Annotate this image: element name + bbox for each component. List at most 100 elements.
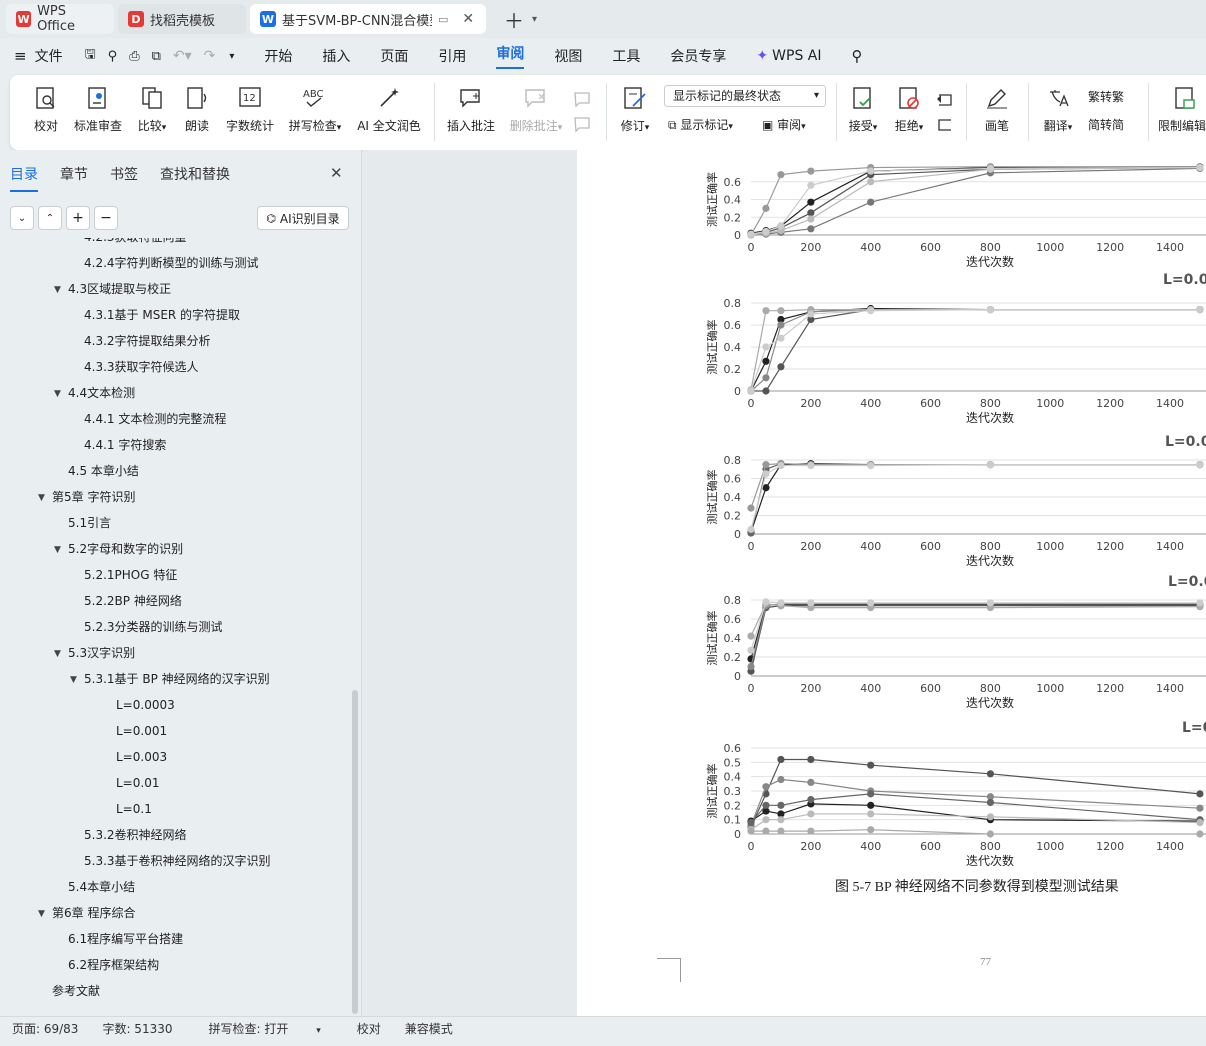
menu-tools[interactable]: 工具 xyxy=(612,46,640,66)
toc-item[interactable]: 4.4文本检测 xyxy=(68,380,135,406)
toc-item[interactable]: 第6章 程序综合 xyxy=(52,900,135,926)
tab-wps-office[interactable]: W WPS Office xyxy=(6,4,114,34)
new-tab-icon[interactable]: ＋ xyxy=(504,5,524,34)
toc-item[interactable]: 第5章 字符识别 xyxy=(52,484,135,510)
toc-item[interactable]: 5.3.2卷积神经网络 xyxy=(84,822,187,848)
proofread-button[interactable]: 校对 xyxy=(28,75,64,150)
spell-check-button[interactable]: ABC 拼写检查▾ xyxy=(284,75,346,150)
search-icon[interactable]: ⚲ xyxy=(851,47,862,65)
tab-bookmarks[interactable]: 书签 xyxy=(110,164,138,192)
toc-item[interactable]: 5.3.3基于卷积神经网络的汉字识别 xyxy=(84,848,271,874)
toc-item[interactable]: 4.4.1 文本检测的完整流程 xyxy=(84,406,226,432)
toc-item[interactable]: 4.3.1基于 MSER 的字符提取 xyxy=(84,302,240,328)
hamburger-icon[interactable]: ≡ xyxy=(14,47,27,65)
y-tick-label: 0.6 xyxy=(724,319,742,332)
remove-heading-button[interactable]: − xyxy=(94,206,118,230)
ai-polish-button[interactable]: AI 全文润色 xyxy=(354,75,424,150)
tab-document[interactable]: W 基于SVM-BP-CNN混合模型 ▭ ✕ xyxy=(250,4,486,34)
print-icon[interactable]: ⎙ xyxy=(129,49,139,64)
track-changes-button[interactable]: 修订▾ xyxy=(616,75,654,150)
search-doc-icon[interactable]: ⚲ xyxy=(108,49,118,64)
menu-page[interactable]: 页面 xyxy=(380,46,408,66)
word-count-indicator[interactable]: 字数: 51330 xyxy=(90,1020,184,1037)
undo-icon[interactable]: ↶▾ xyxy=(173,48,192,64)
next-comment-button[interactable] xyxy=(572,103,594,143)
toc-item[interactable]: 5.4本章小结 xyxy=(68,874,135,900)
restrict-edit-button[interactable]: 限制编辑 xyxy=(1158,75,1206,150)
translate-button[interactable]: 翻译▾ xyxy=(1038,75,1078,150)
toc-item[interactable]: L=0.01 xyxy=(116,770,159,796)
print-preview-icon[interactable]: ⧉ xyxy=(152,49,161,64)
toc-item[interactable]: 6.1程序编写平台搭建 xyxy=(68,926,183,952)
expand-triangle-icon[interactable]: ▼ xyxy=(38,493,45,503)
toc-item[interactable]: 4.3.3获取字符候选人 xyxy=(84,354,199,380)
toc-item[interactable]: 参考文献 xyxy=(52,978,100,1004)
menu-file[interactable]: 文件 xyxy=(35,46,63,66)
toc-item[interactable]: 5.3汉字识别 xyxy=(68,640,135,666)
toc-item[interactable]: 4.2.3获取特征向量 xyxy=(84,238,187,250)
more-chevron-icon[interactable]: ▾ xyxy=(229,51,234,62)
toc-item[interactable]: 5.2.3分类器的训练与测试 xyxy=(84,614,223,640)
collapse-up-button[interactable]: ⌃ xyxy=(38,206,62,230)
tab-template[interactable]: D 找稻壳模板 xyxy=(118,4,246,34)
tab-find-replace[interactable]: 查找和替换 xyxy=(160,164,230,192)
display-mode-select[interactable]: 显示标记的最终状态 ▾ xyxy=(664,85,826,107)
accept-button[interactable]: 接受▾ xyxy=(844,75,882,150)
toc-item[interactable]: 4.3区域提取与校正 xyxy=(68,276,171,302)
add-heading-button[interactable]: + xyxy=(66,206,90,230)
to-simplified-button[interactable]: 简转简 xyxy=(1088,116,1124,133)
proof-indicator[interactable]: 校对 xyxy=(345,1020,393,1037)
toc-item[interactable]: 5.2.2BP 神经网络 xyxy=(84,588,182,614)
toc-item[interactable]: 5.1引言 xyxy=(68,510,111,536)
redo-icon[interactable]: ↷ xyxy=(204,48,216,64)
expand-triangle-icon[interactable]: ▼ xyxy=(54,285,61,295)
show-markup-button[interactable]: ⧉ 显示标记▾ xyxy=(668,116,733,133)
expand-triangle-icon[interactable]: ▼ xyxy=(54,389,61,399)
compare-button[interactable]: 比较▾ xyxy=(132,75,172,150)
expand-triangle-icon[interactable]: ▼ xyxy=(38,909,45,919)
toc-item[interactable]: 4.3.2字符提取结果分析 xyxy=(84,328,211,354)
menu-home[interactable]: 开始 xyxy=(264,46,292,66)
toc-item[interactable]: L=0.1 xyxy=(116,796,152,822)
menu-wps-ai[interactable]: WPS AI xyxy=(772,48,821,64)
delete-comment-button[interactable]: 删除批注▾ xyxy=(506,75,566,150)
close-tab-icon[interactable]: ✕ xyxy=(462,11,474,27)
close-sidebar-icon[interactable]: ✕ xyxy=(330,164,343,182)
expand-triangle-icon[interactable]: ▼ xyxy=(70,675,77,685)
spell-check-indicator[interactable]: 拼写检查: 打开 ▾ xyxy=(185,1020,345,1037)
toc-item[interactable]: 4.5 本章小结 xyxy=(68,458,139,484)
toc-item[interactable]: L=0.003 xyxy=(116,744,167,770)
word-count-button[interactable]: 12 字数统计 xyxy=(224,75,276,150)
toc-item[interactable]: 4.2.4字符判断模型的训练与测试 xyxy=(84,250,259,276)
review-pane-button[interactable]: ▣ 审阅▾ xyxy=(762,116,806,133)
to-traditional-button[interactable]: 繁转繁 xyxy=(1088,88,1124,105)
menu-review[interactable]: 审阅 xyxy=(496,43,525,69)
expand-triangle-icon[interactable]: ▼ xyxy=(54,545,61,555)
read-aloud-button[interactable]: 朗读 xyxy=(182,75,212,150)
toc-item[interactable]: L=0.0003 xyxy=(116,692,175,718)
standard-review-button[interactable]: 标准审查 xyxy=(72,75,124,150)
collapse-down-button[interactable]: ⌄ xyxy=(10,206,34,230)
reject-button[interactable]: 拒绝▾ xyxy=(890,75,928,150)
toc-item[interactable]: 5.3.1基于 BP 神经网络的汉字识别 xyxy=(84,666,270,692)
toc-item[interactable]: L=0.001 xyxy=(116,718,167,744)
tab-toc[interactable]: 目录 xyxy=(10,164,38,192)
expand-triangle-icon[interactable]: ▼ xyxy=(54,649,61,659)
toc-item[interactable]: 6.2程序框架结构 xyxy=(68,952,159,978)
ai-identify-toc-button[interactable]: ⌬ AI识别目录 xyxy=(257,206,349,230)
menu-member[interactable]: 会员专享 xyxy=(670,46,726,66)
page-indicator[interactable]: 页面: 69/83 xyxy=(0,1020,90,1037)
toc-item[interactable]: 4.4.1 字符搜索 xyxy=(84,432,166,458)
tab-chapters[interactable]: 章节 xyxy=(60,164,88,192)
tab-list-chevron-icon[interactable]: ▾ xyxy=(532,14,537,25)
sidebar-scrollbar[interactable] xyxy=(352,690,358,1014)
save-icon[interactable]: 🖫 xyxy=(85,45,96,67)
menu-insert[interactable]: 插入 xyxy=(322,46,350,66)
menu-references[interactable]: 引用 xyxy=(438,46,466,66)
toc-item[interactable]: 5.2字母和数字的识别 xyxy=(68,536,183,562)
pen-button[interactable]: 画笔 xyxy=(980,75,1014,150)
next-change-button[interactable] xyxy=(934,103,956,143)
toc-item[interactable]: 5.2.1PHOG 特征 xyxy=(84,562,177,588)
insert-comment-button[interactable]: 插入批注 xyxy=(446,75,496,150)
menu-view[interactable]: 视图 xyxy=(554,46,582,66)
